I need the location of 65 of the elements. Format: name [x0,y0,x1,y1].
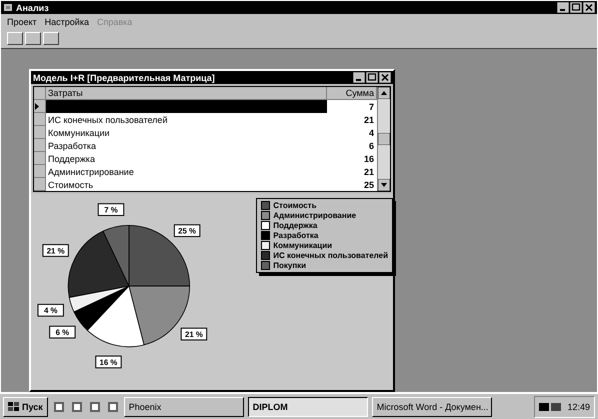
data-label: 4 % [37,304,64,317]
table-cell-text: 25 [362,180,375,190]
quick-launch-icon[interactable] [70,400,84,414]
table-cell-text: ИС конечных пользователей [47,114,168,124]
legend-label: Администрирование [273,211,356,220]
data-label: 6 % [49,326,76,338]
clock: 12:49 [567,402,590,412]
table-cell-text: 16 [362,154,375,164]
scroll-up-button[interactable] [378,87,390,99]
table-cell-text: 4 [368,128,375,138]
legend-label: Разработка [273,231,318,240]
legend-label: Стоимость [273,201,317,210]
window-title: Анализ [16,2,50,12]
quick-launch-icon[interactable] [52,400,66,414]
minimize-button[interactable] [353,72,365,83]
data-label: 21 % [42,244,69,257]
table-cell-text: 21 [362,166,375,176]
data-label: 25 % [174,224,200,238]
tray-icon [539,402,564,412]
table-cell-text: Администрирование [47,166,135,176]
toolbar-button[interactable] [25,32,41,45]
data-label: 16 % [100,358,118,367]
corner-cell [34,87,46,100]
table-cell-text: Коммуникации [47,128,111,138]
data-label: 4 % [44,306,58,316]
quick-launch-icon[interactable] [88,400,102,414]
data-label: 21 % [46,246,65,256]
menu-item[interactable]: Настройка [44,17,89,27]
taskbar-button[interactable]: Phoenix [124,396,244,416]
start-button[interactable]: Пуск [3,396,48,416]
data-label: 25 % [178,226,196,236]
quick-launch-icon[interactable] [106,400,120,414]
table-cell-text: Разработка [47,140,97,150]
app-icon [3,3,13,12]
minimize-button[interactable] [557,2,569,13]
close-button[interactable] [379,72,391,83]
taskbar-button[interactable]: DIPLOM [248,396,368,416]
legend-label: Коммуникации [273,241,332,250]
taskbar-button[interactable]: Microsoft Word - Докумен... [372,396,492,416]
table-cell-text: 6 [368,140,375,150]
window-title: Модель I+R [Предварительная Матрица] [33,72,216,82]
data-label: 21 % [180,328,208,340]
table-cell-text: 7 [368,102,375,112]
scroll-down-button[interactable] [378,179,390,191]
scroll-thumb[interactable] [378,133,390,145]
data-label: 16 % [95,356,122,368]
data-label: 7 % [104,206,118,215]
toolbar-button[interactable] [7,32,23,45]
row-header[interactable] [34,100,46,113]
maximize-button[interactable] [570,2,582,13]
windows-logo-icon [8,402,20,412]
menu-item[interactable]: Проект [7,17,37,27]
data-label: 21 % [185,330,203,340]
data-label: 7 % [98,203,124,216]
column-header[interactable]: Затраты [46,87,327,100]
legend-label: Покупки [273,261,306,270]
maximize-button[interactable] [366,72,378,83]
data-label: 6 % [56,328,70,338]
toolbar-button[interactable] [43,32,59,45]
legend-label: ИС конечных пользователей [273,251,388,260]
table-cell-text: Поддержка [47,154,96,164]
table-cell-text: 21 [362,114,375,124]
table-cell-text: Стоимость [47,180,94,190]
legend-label: Поддержка [273,221,318,230]
close-button[interactable] [583,2,595,13]
